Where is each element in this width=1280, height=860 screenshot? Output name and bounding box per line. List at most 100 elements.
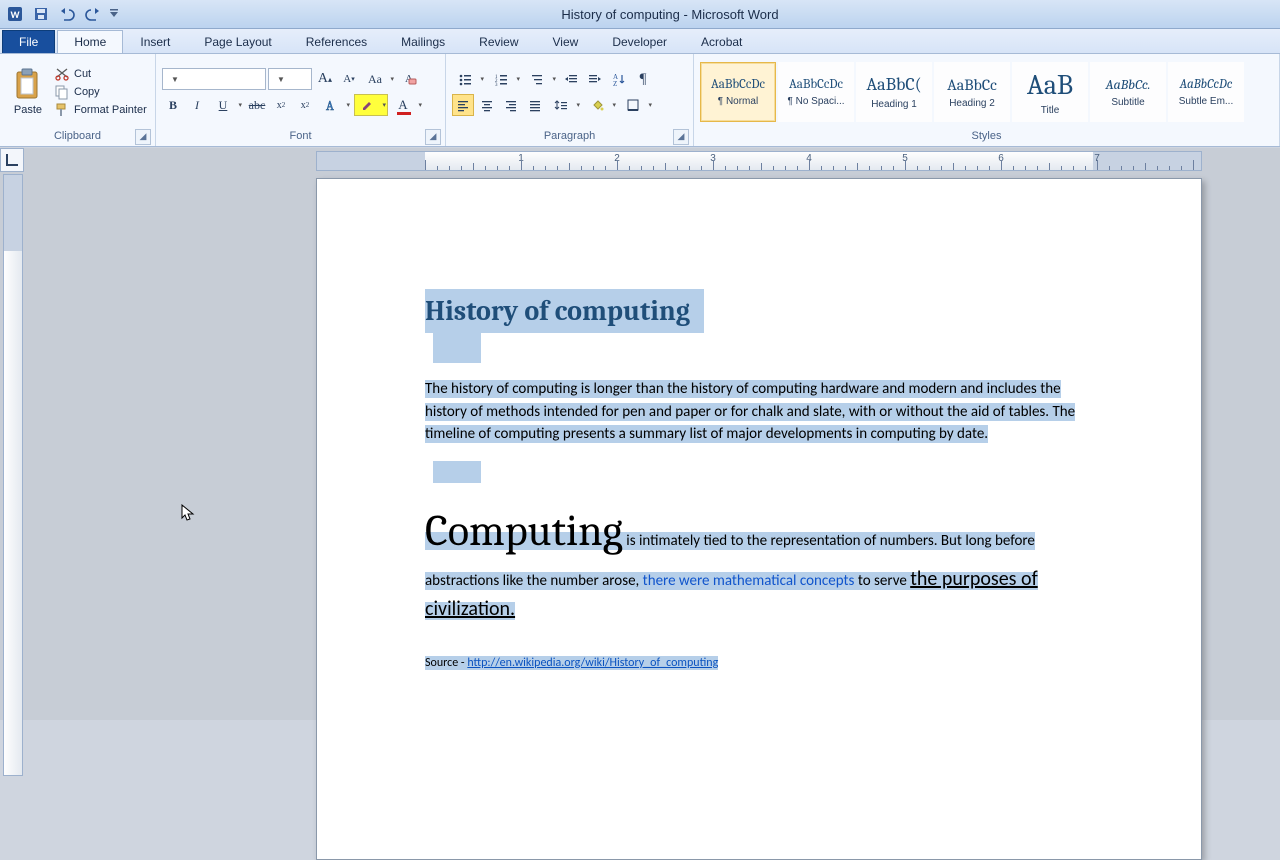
bullets-button[interactable] <box>452 68 486 90</box>
eraser-icon: A <box>401 71 417 87</box>
line-spacing-button[interactable] <box>548 94 582 116</box>
tab-page-layout[interactable]: Page Layout <box>187 30 288 53</box>
tab-acrobat[interactable]: Acrobat <box>684 30 759 53</box>
save-icon[interactable] <box>30 3 52 25</box>
style-tile-title[interactable]: AaBTitle <box>1012 62 1088 122</box>
superscript-button[interactable]: x2 <box>294 94 316 116</box>
paste-icon <box>13 68 43 102</box>
quick-access-toolbar: W <box>0 3 120 25</box>
doc-p2-b: to serve <box>854 572 910 590</box>
ribbon: Paste Cut Copy Format Painter Clipboard ◢ <box>0 54 1280 147</box>
undo-icon[interactable] <box>56 3 78 25</box>
paragraph-group-label: Paragraph <box>544 130 595 142</box>
increase-indent-button[interactable] <box>584 68 606 90</box>
font-dialog-launcher[interactable]: ◢ <box>425 129 441 145</box>
font-color-button[interactable]: A <box>390 94 424 116</box>
justify-button[interactable] <box>524 94 546 116</box>
format-painter-button[interactable]: Format Painter <box>54 102 147 118</box>
style-tile--normal[interactable]: AaBbCcDc¶ Normal <box>700 62 776 122</box>
svg-text:W: W <box>10 8 20 21</box>
doc-lead-word: Computing <box>425 505 623 556</box>
style-tile-heading-1[interactable]: AaBbC(Heading 1 <box>856 62 932 122</box>
source-label: Source - <box>425 656 467 670</box>
text-effects-button[interactable]: A <box>318 94 352 116</box>
align-left-icon <box>456 98 470 112</box>
numbering-button[interactable]: 123 <box>488 68 522 90</box>
clipboard-dialog-launcher[interactable]: ◢ <box>135 129 151 145</box>
bullets-icon <box>458 72 472 86</box>
style-tile-subtitle[interactable]: AaBbCc.Subtitle <box>1090 62 1166 122</box>
paste-button[interactable]: Paste <box>6 68 50 116</box>
format-painter-label: Format Painter <box>74 104 147 116</box>
tab-review[interactable]: Review <box>462 30 535 53</box>
show-marks-button[interactable]: ¶ <box>632 68 654 90</box>
line-spacing-icon <box>554 98 568 112</box>
title-bar: W History of computing - Microsoft Word <box>0 0 1280 29</box>
cut-button[interactable]: Cut <box>54 66 147 82</box>
clear-formatting-button[interactable]: A <box>398 68 420 90</box>
justify-icon <box>528 98 542 112</box>
numbering-icon: 123 <box>494 72 508 86</box>
redo-icon[interactable] <box>82 3 104 25</box>
style-tile-subtle-em-[interactable]: AaBbCcDcSubtle Em... <box>1168 62 1244 122</box>
tab-view[interactable]: View <box>536 30 596 53</box>
copy-icon <box>54 84 70 100</box>
paragraph-dialog-launcher[interactable]: ◢ <box>673 129 689 145</box>
word-app-icon[interactable]: W <box>4 3 26 25</box>
document-workspace: 1234567 History of computing The history… <box>0 148 1280 720</box>
doc-title: History of computing <box>425 289 704 333</box>
shading-button[interactable] <box>584 94 618 116</box>
tab-home[interactable]: Home <box>57 30 123 53</box>
group-clipboard: Paste Cut Copy Format Painter Clipboard ◢ <box>0 54 156 146</box>
document-page[interactable]: History of computing The history of comp… <box>316 178 1202 860</box>
tab-insert[interactable]: Insert <box>123 30 187 53</box>
subscript-button[interactable]: x2 <box>270 94 292 116</box>
grow-font-button[interactable]: A▴ <box>314 68 336 90</box>
outdent-icon <box>564 72 578 86</box>
horizontal-ruler[interactable]: 1234567 <box>316 151 1202 171</box>
tab-mailings[interactable]: Mailings <box>384 30 462 53</box>
scissors-icon <box>54 66 70 82</box>
svg-text:3: 3 <box>495 83 498 86</box>
cut-label: Cut <box>74 68 91 80</box>
group-font: ▼ ▼ A▴ A▾ Aa A B I U abc x2 x2 <box>156 54 446 146</box>
copy-button[interactable]: Copy <box>54 84 147 100</box>
underline-button[interactable]: U <box>210 94 244 116</box>
vertical-ruler[interactable] <box>3 174 23 776</box>
font-size-combo[interactable]: ▼ <box>268 68 312 90</box>
align-center-button[interactable] <box>476 94 498 116</box>
font-name-combo[interactable]: ▼ <box>162 68 266 90</box>
tab-developer[interactable]: Developer <box>595 30 684 53</box>
qat-customize-icon[interactable] <box>108 3 120 25</box>
mouse-cursor <box>181 504 195 524</box>
style-tile--no-spaci-[interactable]: AaBbCcDc¶ No Spaci... <box>778 62 854 122</box>
shrink-font-button[interactable]: A▾ <box>338 68 360 90</box>
font-group-label: Font <box>289 130 311 142</box>
align-left-button[interactable] <box>452 94 474 116</box>
tab-selector[interactable] <box>0 148 24 172</box>
borders-icon <box>626 98 640 112</box>
align-right-icon <box>504 98 518 112</box>
doc-paragraph-1: The history of computing is longer than … <box>425 380 1075 443</box>
multilevel-list-button[interactable] <box>524 68 558 90</box>
style-tile-heading-2[interactable]: AaBbCcHeading 2 <box>934 62 1010 122</box>
ribbon-tab-bar: File Home Insert Page Layout References … <box>0 29 1280 54</box>
align-right-button[interactable] <box>500 94 522 116</box>
indent-icon <box>588 72 602 86</box>
decrease-indent-button[interactable] <box>560 68 582 90</box>
change-case-button[interactable]: Aa <box>362 68 396 90</box>
highlight-button[interactable] <box>354 94 388 116</box>
svg-text:A: A <box>326 99 334 112</box>
italic-button[interactable]: I <box>186 94 208 116</box>
borders-button[interactable] <box>620 94 654 116</box>
clipboard-group-label: Clipboard <box>54 130 101 142</box>
sort-button[interactable]: AZ <box>608 68 630 90</box>
multilevel-icon <box>530 72 544 86</box>
window-title: History of computing - Microsoft Word <box>120 7 1280 22</box>
strikethrough-button[interactable]: abc <box>246 94 268 116</box>
tab-references[interactable]: References <box>289 30 384 53</box>
document-content[interactable]: History of computing The history of comp… <box>425 289 1093 682</box>
bold-button[interactable]: B <box>162 94 184 116</box>
file-tab[interactable]: File <box>2 30 55 53</box>
source-link[interactable]: http://en.wikipedia.org/wiki/History_of_… <box>467 656 718 670</box>
